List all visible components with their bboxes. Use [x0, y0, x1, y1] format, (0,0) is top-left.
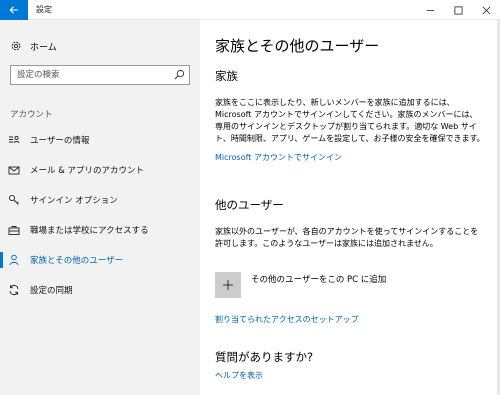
- title-bar: 設定: [0, 0, 500, 20]
- minimize-button[interactable]: [416, 0, 444, 20]
- add-user-tile: [215, 272, 241, 298]
- sidebar-item-label: 家族とその他のユーザー: [30, 256, 124, 266]
- back-arrow-icon: [9, 6, 18, 14]
- user-card-icon: [8, 134, 20, 146]
- app-title: 設定: [36, 5, 52, 14]
- assigned-access-link[interactable]: 割り当てられたアクセスのセットアップ: [215, 314, 359, 325]
- main-content: 家族とその他のユーザー 家族 家族をここに表示したり、新しいメンバーを家族に追加…: [200, 20, 500, 395]
- back-button[interactable]: [0, 0, 28, 20]
- page-title: 家族とその他のユーザー: [215, 37, 380, 55]
- maximize-button[interactable]: [444, 0, 472, 20]
- gear-icon: [11, 41, 21, 51]
- sidebar-item-label: 職場または学校にアクセスする: [30, 226, 149, 236]
- add-user-label: その他のユーザーをこの PC に追加: [251, 275, 387, 285]
- sidebar-item-signin-options[interactable]: サインイン オプション: [0, 188, 200, 212]
- sync-icon: [8, 284, 20, 296]
- other-users-heading: 他のユーザー: [215, 198, 284, 212]
- sidebar: ホーム アカウント ユーザーの情報 メール & アプリのアカウント サインイン …: [0, 20, 200, 395]
- sidebar-item-email-accounts[interactable]: メール & アプリのアカウント: [0, 158, 200, 182]
- mail-icon: [8, 164, 20, 176]
- search-field[interactable]: [10, 65, 190, 85]
- other-users-description: 家族以外のユーザーが、各自のアカウントを使ってサインインすることを許可します。こ…: [215, 227, 479, 248]
- sidebar-item-label: サインイン オプション: [30, 196, 118, 206]
- plus-icon: [223, 280, 233, 290]
- sidebar-item-family-other-users[interactable]: 家族とその他のユーザー: [0, 248, 200, 272]
- questions-heading: 質問がありますか?: [215, 350, 314, 364]
- add-other-user-button[interactable]: その他のユーザーをこの PC に追加: [208, 270, 458, 300]
- help-link[interactable]: ヘルプを表示: [215, 370, 263, 381]
- search-input[interactable]: [11, 66, 161, 83]
- key-icon: [8, 194, 20, 206]
- maximize-icon: [453, 5, 463, 15]
- briefcase-icon: [8, 224, 20, 236]
- sidebar-item-sync-settings[interactable]: 設定の同期: [0, 278, 200, 302]
- section-label-accounts: アカウント: [10, 110, 53, 120]
- family-description: 家族をここに表示したり、新しいメンバーを家族に追加するには、Microsoft …: [215, 98, 485, 143]
- minimize-icon: [426, 9, 434, 11]
- sidebar-item-label: ユーザーの情報: [30, 136, 90, 146]
- sidebar-item-label: メール & アプリのアカウント: [30, 166, 145, 176]
- family-heading: 家族: [215, 69, 238, 83]
- search-icon[interactable]: [174, 69, 185, 80]
- close-icon: [482, 6, 490, 14]
- microsoft-signin-link[interactable]: Microsoft アカウントでサインイン: [215, 152, 342, 163]
- sidebar-item-label: 設定の同期: [30, 286, 73, 296]
- sidebar-item-home[interactable]: ホーム: [10, 38, 57, 54]
- home-label: ホーム: [30, 42, 57, 53]
- person-icon: [8, 254, 20, 266]
- close-button[interactable]: [472, 0, 500, 20]
- sidebar-item-your-info[interactable]: ユーザーの情報: [0, 128, 200, 152]
- sidebar-item-work-school[interactable]: 職場または学校にアクセスする: [0, 218, 200, 242]
